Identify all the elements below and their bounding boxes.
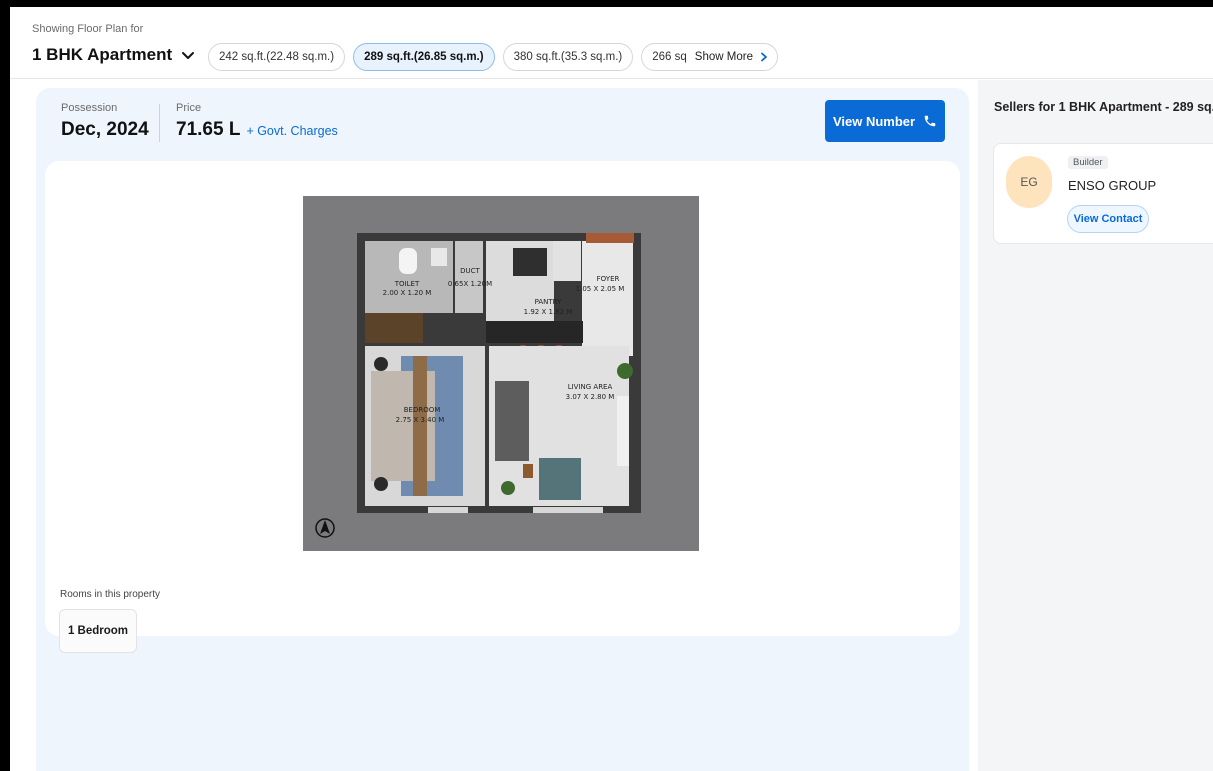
room-size-foyer: 1.05 X 2.05 M	[576, 285, 625, 293]
possession-label: Possession	[61, 102, 118, 114]
room-label-bedroom: BEDROOM	[404, 406, 441, 414]
room-size-living: 3.07 X 2.80 M	[566, 393, 615, 401]
window-frame-left	[0, 0, 10, 771]
show-more-chip[interactable]: 266 sq Show More	[641, 43, 778, 71]
govt-charges-link[interactable]: + Govt. Charges	[246, 124, 337, 138]
price-row: 71.65 L + Govt. Charges	[176, 119, 338, 141]
seller-name: ENSO GROUP	[1068, 178, 1157, 193]
room-size-bedroom: 2.75 X 3.40 M	[396, 416, 445, 424]
size-chip-group: 242 sq.ft.(22.48 sq.m.) 289 sq.ft.(26.85…	[208, 43, 778, 71]
possession-value: Dec, 2024	[61, 119, 149, 140]
show-more-label: Show More	[694, 51, 753, 63]
phone-icon	[924, 115, 936, 127]
sellers-title: Sellers for 1 BHK Apartment - 289 sq.ft.	[994, 100, 1213, 114]
summary-divider	[159, 104, 160, 142]
price-label: Price	[176, 102, 202, 114]
view-contact-button[interactable]: View Contact	[1067, 205, 1149, 233]
size-chip-380[interactable]: 380 sq.ft.(35.3 sq.m.)	[502, 43, 634, 71]
room-label-toilet: TOILET	[394, 280, 420, 288]
seller-card: EG Builder ENSO GROUP View Contact	[993, 143, 1213, 244]
chevron-down-icon	[182, 52, 195, 59]
showing-floor-plan-label: Showing Floor Plan for	[32, 23, 144, 35]
floor-plan-card: TOILET 2.00 X 1.20 M DUCT 0.65X 1.20M PA…	[45, 161, 960, 653]
configuration-dropdown[interactable]: 1 BHK Apartment	[32, 45, 196, 65]
floor-plan-panel: Possession Dec, 2024 Price 71.65 L + Gov…	[36, 88, 969, 771]
room-size-duct: 0.65X 1.20M	[448, 280, 492, 288]
room-chip-bedroom[interactable]: 1 Bedroom	[59, 609, 137, 653]
room-size-pantry: 1.92 X 1.82 M	[524, 308, 573, 316]
room-label-foyer: FOYER	[597, 275, 620, 283]
room-label-pantry: PANTRY	[535, 298, 562, 306]
view-number-label: View Number	[832, 113, 916, 129]
configuration-title: 1 BHK Apartment	[32, 45, 173, 64]
floor-plan-image[interactable]: TOILET 2.00 X 1.20 M DUCT 0.65X 1.20M PA…	[303, 196, 699, 551]
room-size-toilet: 2.00 X 1.20 M	[383, 289, 432, 297]
page-header: Showing Floor Plan for 1 BHK Apartment 2…	[10, 7, 1213, 79]
size-chip-289[interactable]: 289 sq.ft.(26.85 sq.m.)	[353, 43, 495, 71]
view-number-button[interactable]: View Number	[825, 100, 945, 142]
sellers-panel: Sellers for 1 BHK Apartment - 289 sq.ft.…	[978, 80, 1213, 771]
size-chip-266-partial: 266 sq	[652, 51, 687, 63]
window-frame-top	[0, 0, 1213, 7]
seller-avatar: EG	[1006, 156, 1052, 208]
rooms-label: Rooms in this property	[60, 589, 161, 600]
chevron-right-icon	[761, 52, 767, 62]
room-label-living: LIVING AREA	[568, 383, 613, 391]
duct-area	[455, 241, 483, 313]
size-chip-242[interactable]: 242 sq.ft.(22.48 sq.m.)	[208, 43, 346, 71]
room-label-duct: DUCT	[460, 267, 480, 275]
price-value: 71.65 L	[176, 119, 241, 140]
seller-role-badge: Builder	[1068, 156, 1108, 169]
foyer-area	[582, 241, 633, 356]
